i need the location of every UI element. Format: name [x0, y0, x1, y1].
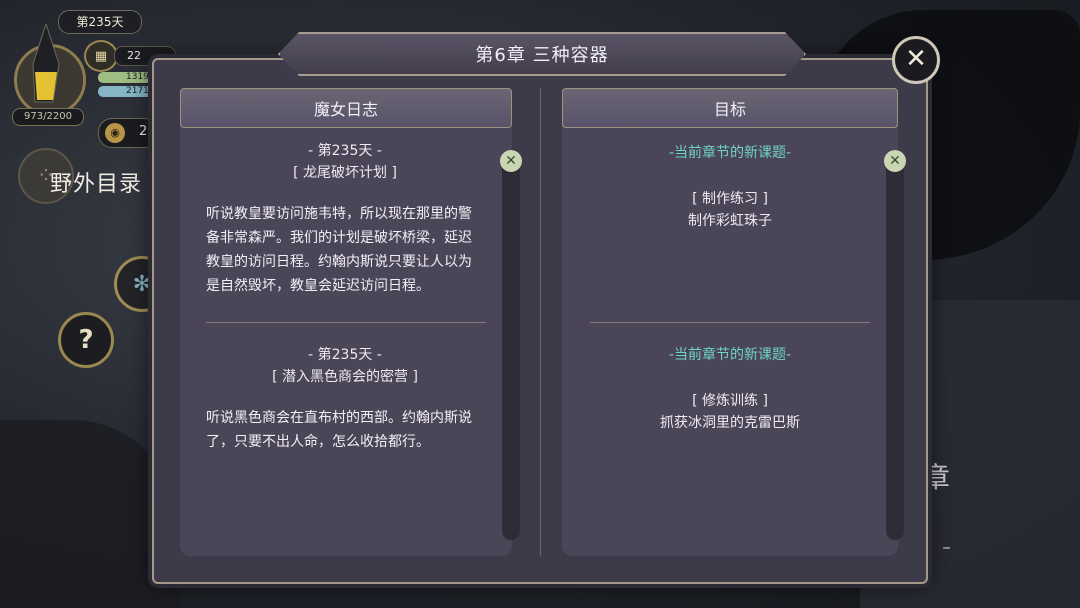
entry-day: - 第235天 -: [308, 143, 382, 159]
goal-heading: -当前章节的新课题-: [668, 145, 792, 161]
goal-description: 抓获冰洞里的克雷巴斯: [660, 415, 800, 431]
panel-divider: [540, 88, 541, 556]
goal-title: [ 制作练习 ]: [692, 191, 768, 207]
journal-scrollbar[interactable]: [502, 150, 520, 540]
goal-divider: [590, 322, 870, 323]
wild-catalog-label[interactable]: 野外目录: [50, 166, 142, 198]
mana-bar: 2171/: [98, 86, 158, 97]
gold-display[interactable]: ◉ 29: [98, 118, 158, 148]
entry-body: 听说教皇要访问施韦特，所以现在那里的警备非常森严。我们的计划是破坏桥梁，延迟教皇…: [206, 206, 472, 294]
calendar-icon[interactable]: ▦: [84, 40, 118, 72]
goals-header: 目标: [562, 88, 898, 128]
stamina-bar: 1319/: [98, 72, 158, 83]
journal-scroll-handle[interactable]: ✕: [500, 150, 522, 172]
gold-icon: ◉: [105, 123, 125, 143]
crystal-icon: [32, 24, 60, 103]
goals-scroll-handle[interactable]: ✕: [884, 150, 906, 172]
journal-entry: - 第235天 - [ 潜入黑色商会的密营 ] 听说黑色商会在直布村的西部。约翰…: [206, 344, 484, 454]
entry-divider: [206, 322, 486, 323]
goals-scrollbar[interactable]: [886, 150, 904, 540]
journal-header: 魔女日志: [180, 88, 512, 128]
goal-heading: -当前章节的新课题-: [668, 347, 792, 363]
dialog-title: 第6章 三种容器: [278, 32, 806, 76]
day-counter: 第235天: [58, 10, 142, 34]
goal-item: -当前章节的新课题- [ 制作练习 ] 制作彩虹珠子: [600, 142, 860, 232]
entry-body: 听说黑色商会在直布村的西部。约翰内斯说了，只要不出人命，怎么收拾都行。: [206, 410, 472, 450]
help-button[interactable]: ?: [58, 312, 114, 368]
entry-title: [ 潜入黑色商会的密营 ]: [272, 369, 418, 385]
journal-entry: - 第235天 - [ 龙尾破坏计划 ] 听说教皇要访问施韦特，所以现在那里的警…: [206, 140, 484, 316]
close-button[interactable]: ✕: [892, 36, 940, 84]
entry-title: [ 龙尾破坏计划 ]: [293, 165, 397, 181]
entry-day: - 第235天 -: [308, 347, 382, 363]
goal-description: 制作彩虹珠子: [688, 213, 772, 229]
goal-item: -当前章节的新课题- [ 修炼训练 ] 抓获冰洞里的克雷巴斯: [600, 344, 860, 434]
goal-title: [ 修炼训练 ]: [692, 393, 768, 409]
experience-counter: 973/2200: [12, 108, 84, 126]
